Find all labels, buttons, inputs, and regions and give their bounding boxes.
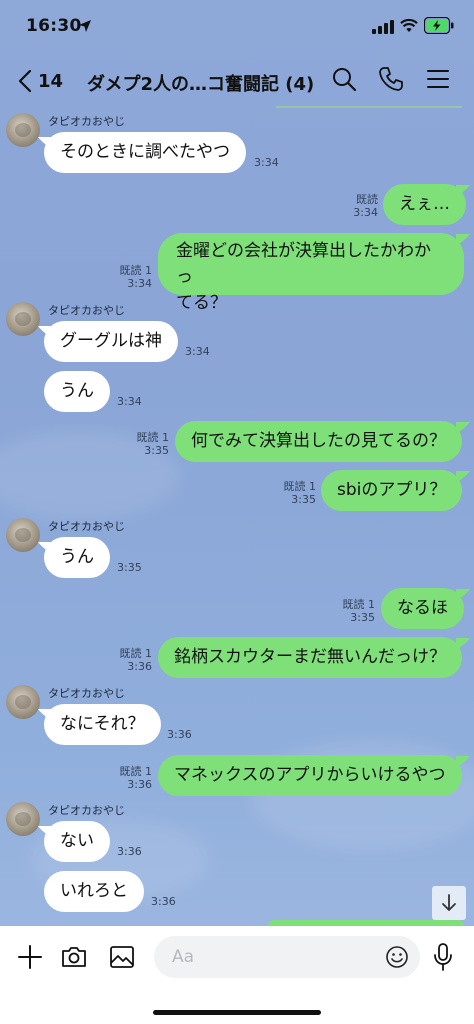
message-time: 3:35 xyxy=(144,444,169,457)
message-time: 3:34 xyxy=(185,345,210,358)
bubble-tail xyxy=(456,756,470,768)
bubble-tail xyxy=(456,185,470,197)
message-time: 3:34 xyxy=(254,156,279,169)
message-input[interactable] xyxy=(154,936,420,978)
message-line: 金曜どの会社が決算出したかわかっ xyxy=(176,241,431,287)
message-line: てる？ xyxy=(176,293,227,313)
read-receipt: 既読 1 xyxy=(283,480,317,493)
message-bubble[interactable]: 何でみて決算出したの見てるの？ xyxy=(175,421,462,462)
bubble-tail xyxy=(456,471,470,483)
chat-header: 14 ダメプ2人の…コ奮闘記 (4) xyxy=(0,56,474,108)
message-time: 3:34 xyxy=(353,206,378,219)
bubble-tail xyxy=(456,589,470,601)
message-meta: 既読 3:34 xyxy=(330,193,378,219)
sender-name: タピオカおやじ xyxy=(48,304,125,317)
avatar[interactable] xyxy=(6,113,40,147)
message-bubble[interactable]: うん xyxy=(44,371,110,412)
bubble-tail xyxy=(456,422,470,434)
message-bubble[interactable]: 銘柄スカウターまだ無いんだっけ？ xyxy=(158,637,462,678)
message-time: 3:35 xyxy=(291,493,316,506)
message-bubble[interactable]: 金曜どの会社が決算出したかわかっ てる？ xyxy=(158,233,464,313)
back-button[interactable]: 14 xyxy=(18,64,63,98)
message-bubble[interactable]: うん xyxy=(44,537,110,578)
home-indicator xyxy=(153,1010,321,1015)
avatar[interactable] xyxy=(6,302,40,336)
arrow-down-icon xyxy=(442,894,456,911)
message-time: 3:36 xyxy=(151,895,176,908)
status-time: 16:30 xyxy=(26,16,82,36)
scroll-to-bottom-button[interactable] xyxy=(432,886,466,920)
unread-count: 14 xyxy=(38,70,64,92)
read-receipt: 既読 1 xyxy=(119,765,153,778)
mic-icon[interactable] xyxy=(432,942,454,972)
sender-name: タピオカおやじ xyxy=(48,115,125,128)
header-underline xyxy=(276,106,462,108)
avatar[interactable] xyxy=(6,518,40,552)
message-meta: 既読 1 3:34 xyxy=(104,264,153,290)
bubble-tail xyxy=(456,234,470,246)
signal-icon xyxy=(372,20,394,34)
message-bubble[interactable]: なるほ xyxy=(381,588,464,629)
sender-name: タピオカおやじ xyxy=(48,804,125,817)
message-meta: 既読 1 3:36 xyxy=(104,765,153,791)
phone-icon[interactable] xyxy=(378,66,404,92)
message-time: 3:36 xyxy=(167,728,192,741)
message-bubble[interactable]: sbiのアプリ？ xyxy=(321,470,463,511)
sender-name: タピオカおやじ xyxy=(48,520,125,533)
message-time: 3:35 xyxy=(117,561,142,574)
message-meta: 既読 1 3:35 xyxy=(327,598,376,624)
message-bubble[interactable]: マネックスのアプリからいけるやつ xyxy=(158,755,462,796)
search-icon[interactable] xyxy=(331,66,357,92)
read-receipt: 既読 1 xyxy=(136,431,170,444)
message-time: 3:36 xyxy=(127,660,152,673)
image-icon[interactable] xyxy=(108,943,136,971)
plus-icon[interactable] xyxy=(16,943,44,971)
message-time: 3:36 xyxy=(127,778,152,791)
chat-title[interactable]: ダメプ2人の…コ奮闘記 (4) xyxy=(87,70,314,96)
message-bubble[interactable]: そのときに調べたやつ xyxy=(44,132,246,173)
menu-icon[interactable] xyxy=(425,66,451,92)
message-bubble[interactable]: いれろと xyxy=(44,871,144,912)
message-meta: 既読 1 3:35 xyxy=(268,480,317,506)
emoji-icon[interactable] xyxy=(385,945,409,969)
read-receipt: 既読 1 xyxy=(342,598,376,611)
sender-name: タピオカおやじ xyxy=(48,687,125,700)
read-receipt: 既読 xyxy=(356,193,378,206)
avatar[interactable] xyxy=(6,685,40,719)
avatar[interactable] xyxy=(6,802,40,836)
location-arrow-icon xyxy=(79,20,91,32)
read-receipt: 既読 1 xyxy=(119,264,153,277)
message-bubble[interactable]: えぇ… xyxy=(383,184,466,225)
message-bubble[interactable]: グーグルは神 xyxy=(44,321,178,362)
back-chevron-icon xyxy=(18,69,32,93)
message-bubble[interactable]: ない xyxy=(44,821,110,862)
input-bar xyxy=(0,926,474,1024)
message-meta: 既読 1 3:35 xyxy=(121,431,170,457)
message-time: 3:36 xyxy=(117,845,142,858)
message-time: 3:34 xyxy=(127,277,152,290)
battery-charging-icon xyxy=(424,17,454,34)
camera-icon[interactable] xyxy=(60,943,88,971)
wifi-icon xyxy=(400,18,418,32)
message-bubble[interactable]: なにそれ？ xyxy=(44,704,161,745)
bubble-tail xyxy=(456,638,470,650)
read-receipt: 既読 1 xyxy=(119,647,153,660)
status-bar: 16:30 xyxy=(0,0,474,56)
message-time: 3:35 xyxy=(350,611,375,624)
message-time: 3:34 xyxy=(117,395,142,408)
message-meta: 既読 1 3:36 xyxy=(104,647,153,673)
